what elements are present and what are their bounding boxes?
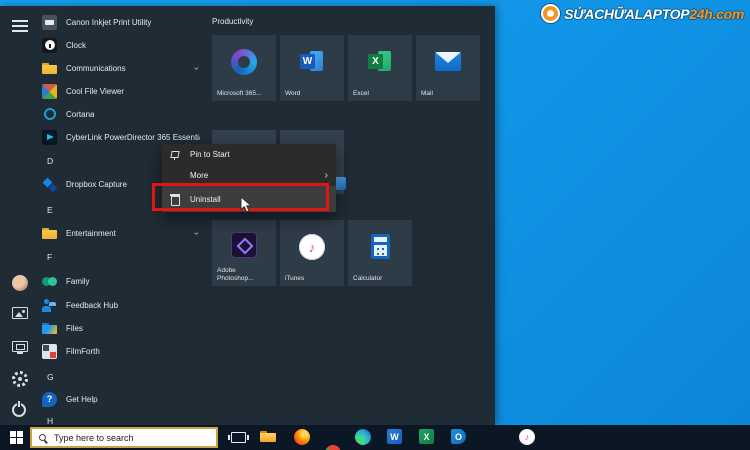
task-view-icon[interactable] xyxy=(231,432,246,443)
outlook-taskbar-icon[interactable]: O xyxy=(451,429,466,444)
start-menu: Canon Inkjet Print Utility Clock Communi… xyxy=(0,6,495,425)
excel-icon: X xyxy=(367,51,393,73)
start-button[interactable] xyxy=(10,431,23,444)
section-letter-g[interactable]: G xyxy=(47,366,67,388)
edge-icon[interactable] xyxy=(355,429,371,445)
tile-excel[interactable]: X Excel xyxy=(348,35,412,101)
help-bubble-icon xyxy=(42,392,57,407)
tile-label: Calculator xyxy=(353,275,409,283)
app-label: Cool File Viewer xyxy=(66,87,124,96)
app-item-files[interactable]: Files xyxy=(42,317,200,339)
mail-envelope-icon xyxy=(435,52,461,71)
app-item-cool-file-viewer[interactable]: Cool File Viewer xyxy=(42,80,200,102)
search-input[interactable] xyxy=(52,432,192,444)
app-item-canon[interactable]: Canon Inkjet Print Utility xyxy=(42,11,200,33)
chrome-icon[interactable] xyxy=(325,445,341,450)
cortana-ring-icon xyxy=(44,108,56,120)
itunes-taskbar-icon[interactable]: ♪ xyxy=(519,429,535,445)
app-item-entertainment[interactable]: Entertainment › xyxy=(42,222,200,244)
chevron-down-icon: › xyxy=(192,232,201,235)
watermark-logo: SỬACHỮALAPTOP24h.com xyxy=(541,4,744,23)
app-label: CyberLink PowerDirector 365 Essential xyxy=(66,133,200,142)
user-avatar[interactable] xyxy=(12,275,28,291)
mouse-cursor xyxy=(240,196,253,218)
firefox-icon[interactable] xyxy=(294,429,310,445)
family-icon xyxy=(42,274,57,289)
chevron-down-icon: › xyxy=(192,67,201,70)
app-label: Get Help xyxy=(66,395,98,404)
app-label: Feedback Hub xyxy=(66,301,118,310)
dropbox-icon xyxy=(42,177,57,192)
photoshop-icon xyxy=(231,232,257,258)
pictures-icon[interactable] xyxy=(12,307,28,319)
app-item-family[interactable]: Family xyxy=(42,270,200,292)
clock-icon xyxy=(42,38,57,53)
pin-icon xyxy=(170,149,181,160)
section-letter-d[interactable]: D xyxy=(47,150,67,172)
printer-icon xyxy=(42,15,57,30)
watermark-text-white: SỬACHỮALAPTOP xyxy=(564,6,689,22)
app-label: Dropbox Capture xyxy=(66,180,127,189)
tile-label: Word xyxy=(285,90,341,98)
settings-gear-icon[interactable] xyxy=(12,371,28,387)
folder-icon xyxy=(42,226,57,241)
app-label: Files xyxy=(66,324,83,333)
microsoft-365-icon xyxy=(231,49,257,75)
photo-collage-icon xyxy=(42,84,57,99)
tile-label: Mail xyxy=(421,90,477,98)
tile-itunes[interactable]: ♪ iTunes xyxy=(280,220,344,286)
app-label: Clock xyxy=(66,41,86,50)
calculator-icon xyxy=(371,234,390,259)
app-label: Entertainment xyxy=(66,229,116,238)
taskbar-search[interactable] xyxy=(30,427,218,448)
watermark-text-orange: 24h.com xyxy=(689,6,744,22)
tile-label: iTunes xyxy=(285,275,341,283)
app-item-filmforth[interactable]: FilmForth xyxy=(42,340,200,362)
section-letter-e[interactable]: E xyxy=(47,199,67,221)
tile-label: Excel xyxy=(353,90,409,98)
menu-item-label: More xyxy=(190,171,208,180)
menu-item-pin-to-start[interactable]: Pin to Start xyxy=(162,144,336,165)
tile-word[interactable]: W Word xyxy=(280,35,344,101)
app-label: FilmForth xyxy=(66,347,100,356)
word-taskbar-icon[interactable]: W xyxy=(387,429,402,444)
windows-logo-icon xyxy=(10,431,23,444)
tile-adobe-photoshop[interactable]: Adobe Photoshop... xyxy=(212,220,276,286)
tile-mail[interactable]: Mail xyxy=(416,35,480,101)
file-explorer-icon[interactable] xyxy=(260,429,276,445)
app-label: Communications xyxy=(66,64,126,73)
display-icon[interactable] xyxy=(12,341,28,352)
files-folder-icon xyxy=(42,321,57,336)
word-icon: W xyxy=(299,51,325,73)
section-letter-h[interactable]: H xyxy=(47,410,67,425)
itunes-icon: ♪ xyxy=(299,234,325,260)
power-icon[interactable] xyxy=(12,403,26,417)
app-item-cortana[interactable]: Cortana xyxy=(42,103,200,125)
taskbar: W X O ♪ xyxy=(0,425,750,450)
gear-logo-icon xyxy=(541,4,560,23)
tile-label: Adobe Photoshop... xyxy=(217,267,273,283)
menu-item-label: Pin to Start xyxy=(190,150,230,159)
app-item-communications[interactable]: Communications › xyxy=(42,57,200,79)
section-letter-f[interactable]: F xyxy=(47,246,67,268)
app-label: Family xyxy=(66,277,90,286)
excel-taskbar-icon[interactable]: X xyxy=(419,429,434,444)
feedback-icon xyxy=(42,298,57,313)
app-label: Canon Inkjet Print Utility xyxy=(66,18,151,27)
desktop: SỬACHỮALAPTOP24h.com Canon Inkjet Print … xyxy=(0,0,750,450)
app-item-clock[interactable]: Clock xyxy=(42,34,200,56)
hamburger-menu-icon[interactable] xyxy=(12,20,28,32)
tile-microsoft-365[interactable]: Microsoft 365... xyxy=(212,35,276,101)
video-editor-icon xyxy=(42,130,57,145)
search-icon xyxy=(39,434,46,441)
filmforth-icon xyxy=(42,344,57,359)
app-label: Cortana xyxy=(66,110,94,119)
app-item-get-help[interactable]: Get Help xyxy=(42,388,200,410)
submenu-chevron-icon: › xyxy=(325,170,328,181)
tile-label: Microsoft 365... xyxy=(217,90,273,98)
folder-icon xyxy=(42,61,57,76)
app-item-feedback-hub[interactable]: Feedback Hub xyxy=(42,294,200,316)
tile-calculator[interactable]: Calculator xyxy=(348,220,412,286)
tile-group-label[interactable]: Productivity xyxy=(212,17,253,26)
